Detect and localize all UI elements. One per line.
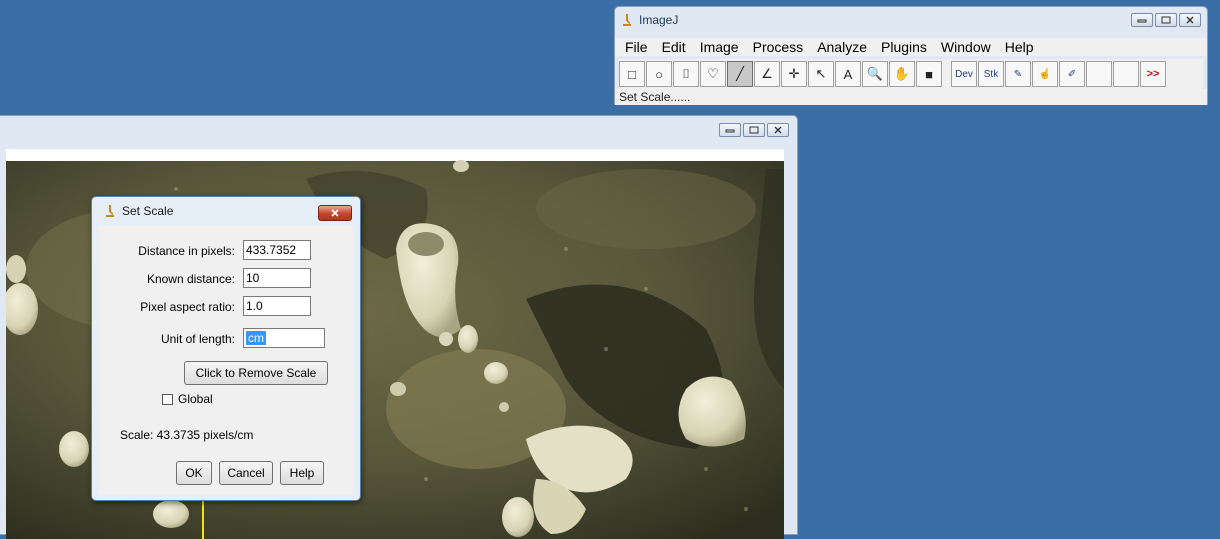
imagej-main-window: ImageJ File Edit Image Process Analyze Plugin… bbox=[614, 6, 1208, 105]
menu-edit[interactable]: Edit bbox=[662, 38, 686, 56]
minimize-icon bbox=[725, 129, 735, 133]
empty-tool-1[interactable] bbox=[1086, 61, 1112, 87]
pan-tool-icon[interactable]: ☝ bbox=[1032, 61, 1058, 87]
brush-tool-icon[interactable]: ✎ bbox=[1005, 61, 1031, 87]
unit-value-selected: cm bbox=[246, 331, 266, 345]
point-tool-button[interactable]: ✛ bbox=[781, 61, 807, 87]
menu-file[interactable]: File bbox=[625, 38, 648, 56]
minimize-icon bbox=[1137, 19, 1147, 23]
close-icon bbox=[331, 209, 339, 217]
menu-plugins[interactable]: Plugins bbox=[881, 38, 927, 56]
known-distance-label: Known distance: bbox=[146, 272, 235, 286]
menu-help[interactable]: Help bbox=[1005, 38, 1034, 56]
stk-tool[interactable]: Stk bbox=[978, 61, 1004, 87]
maximize-icon bbox=[749, 126, 759, 134]
oval-tool-button[interactable]: ○ bbox=[646, 61, 672, 87]
polygon-tool-icon: ⌷ bbox=[682, 66, 690, 81]
status-bar: Set Scale...... bbox=[615, 89, 1207, 105]
menu-window[interactable]: Window bbox=[941, 38, 991, 56]
known-distance-field[interactable]: 10 bbox=[243, 268, 311, 288]
color-picker-tool-button[interactable]: ■ bbox=[916, 61, 942, 87]
rectangle-tool-button[interactable]: □ bbox=[619, 61, 645, 87]
dialog-title: Set Scale bbox=[122, 204, 174, 218]
magnifier-tool-icon: 🔍 bbox=[866, 66, 884, 81]
point-tool-icon: ✛ bbox=[788, 66, 800, 81]
rectangle-tool-icon: □ bbox=[628, 66, 636, 82]
ok-button[interactable]: OK bbox=[176, 461, 212, 485]
window-title: ImageJ bbox=[639, 13, 679, 27]
text-tool-icon: A bbox=[843, 66, 853, 82]
menu-image[interactable]: Image bbox=[700, 38, 739, 56]
toolbar: □ ○ ⌷ ♡ ╱ ∠ ✛ ↖ A 🔍 ✋ ■ Dev Stk ✎ ☝ ✐ >> bbox=[619, 59, 1203, 89]
unit-label: Unit of length: bbox=[160, 332, 235, 346]
remove-scale-button[interactable]: Click to Remove Scale bbox=[184, 361, 328, 385]
magnifier-tool-button[interactable]: 🔍 bbox=[862, 61, 888, 87]
distance-in-pixels-field[interactable]: 433.7352 bbox=[243, 240, 311, 260]
line-tool-icon: ╱ bbox=[736, 66, 744, 81]
color-picker-tool-icon: ■ bbox=[925, 66, 933, 82]
wand-tool-icon: ↖ bbox=[815, 66, 827, 81]
image-close-button[interactable] bbox=[767, 123, 789, 137]
pixel-aspect-ratio-field[interactable]: 1.0 bbox=[243, 296, 311, 316]
global-checkbox[interactable] bbox=[162, 394, 173, 405]
angle-tool-button[interactable]: ∠ bbox=[754, 61, 780, 87]
hand-tool-icon: ✋ bbox=[893, 66, 911, 81]
empty-tool-2[interactable] bbox=[1113, 61, 1139, 87]
set-scale-dialog: Set Scale Distance in pixels: 433.7352 K… bbox=[91, 196, 361, 501]
microscope-icon bbox=[623, 14, 631, 26]
global-label: Global bbox=[178, 392, 213, 406]
oval-tool-icon: ○ bbox=[655, 66, 663, 82]
hand-tool-button[interactable]: ✋ bbox=[889, 61, 915, 87]
distance-label: Distance in pixels: bbox=[138, 244, 235, 258]
imagej-titlebar[interactable]: ImageJ bbox=[615, 7, 1207, 33]
image-window-controls bbox=[719, 123, 789, 137]
close-icon bbox=[1186, 16, 1194, 24]
cancel-button[interactable]: Cancel bbox=[219, 461, 273, 485]
angle-tool-icon: ∠ bbox=[761, 66, 773, 81]
text-tool-button[interactable]: A bbox=[835, 61, 861, 87]
dev-tool[interactable]: Dev bbox=[951, 61, 977, 87]
minimize-button[interactable] bbox=[1131, 13, 1153, 27]
dialog-close-button[interactable] bbox=[318, 205, 352, 221]
maximize-button[interactable] bbox=[1155, 13, 1177, 27]
scale-readout: Scale: 43.3735 pixels/cm bbox=[120, 428, 254, 442]
menu-process[interactable]: Process bbox=[753, 38, 804, 56]
wand-tool-button[interactable]: ↖ bbox=[808, 61, 834, 87]
more-tools[interactable]: >> bbox=[1140, 61, 1166, 87]
microscope-icon bbox=[106, 205, 114, 217]
maximize-icon bbox=[1161, 16, 1171, 24]
line-tool-button[interactable]: ╱ bbox=[727, 61, 753, 87]
unit-of-length-field[interactable]: cm bbox=[243, 328, 325, 348]
freehand-tool-icon: ♡ bbox=[707, 66, 719, 81]
dialog-body: Distance in pixels: 433.7352 Known dista… bbox=[98, 225, 354, 495]
menu-bar: File Edit Image Process Analyze Plugins Window… bbox=[615, 38, 1207, 56]
close-icon bbox=[774, 126, 782, 134]
close-button[interactable] bbox=[1179, 13, 1201, 27]
pencil-tool-icon[interactable]: ✐ bbox=[1059, 61, 1085, 87]
image-maximize-button[interactable] bbox=[743, 123, 765, 137]
aspect-ratio-label: Pixel aspect ratio: bbox=[140, 300, 235, 314]
help-button[interactable]: Help bbox=[280, 461, 324, 485]
polygon-tool-button[interactable]: ⌷ bbox=[673, 61, 699, 87]
freehand-tool-button[interactable]: ♡ bbox=[700, 61, 726, 87]
window-controls bbox=[1131, 13, 1201, 27]
menu-analyze[interactable]: Analyze bbox=[817, 38, 867, 56]
image-minimize-button[interactable] bbox=[719, 123, 741, 137]
